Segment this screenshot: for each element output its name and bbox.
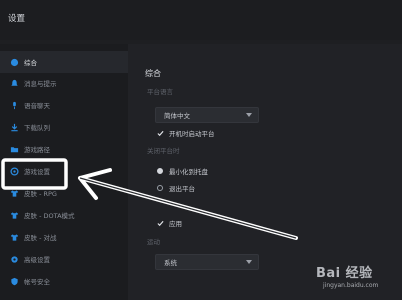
folder-icon (9, 144, 19, 154)
radio-selected-icon (157, 168, 163, 174)
sidebar-item-label: 游戏设置 (24, 168, 50, 176)
watermark-logo: Bai 经验 (316, 266, 373, 281)
sidebar-item-skin-rpg[interactable]: 皮肤 - RPG (0, 182, 128, 204)
bell-icon (9, 78, 19, 88)
chevron-down-icon (246, 113, 252, 117)
sidebar-item-label: 下载队列 (24, 124, 50, 132)
sidebar-item-skin-dota[interactable]: 皮肤 - DOTA模式 (0, 204, 128, 226)
autostart-checkbox[interactable]: 开机时启动平台 (157, 128, 215, 138)
mic-icon (9, 100, 19, 110)
sidebar-item-label: 皮肤 - 对战 (24, 234, 57, 242)
sidebar-item-label: 高级设置 (24, 256, 50, 264)
apply-checkbox[interactable]: 应用 (157, 218, 182, 228)
sidebar-item-download-queue[interactable]: 下载队列 (0, 116, 128, 138)
language-select[interactable]: 简体中文 (155, 107, 259, 123)
sidebar: 综合 消息与提示 语音聊天 下载队列 游戏路径 游戏设置 皮肤 - RPG 皮肤… (0, 44, 128, 300)
sidebar-item-label: 游戏路径 (24, 146, 50, 154)
platform-language-label: 平台语言 (147, 88, 173, 96)
autostart-label: 开机时启动平台 (169, 130, 215, 138)
sidebar-item-label: 帐号安全 (24, 278, 50, 286)
settings-icon (9, 57, 19, 67)
sidebar-item-label: 消息与提示 (24, 80, 57, 88)
sidebar-item-account-security[interactable]: 帐号安全 (0, 270, 128, 292)
minimize-radio[interactable]: 最小化到托盘 (157, 166, 208, 176)
sidebar-item-voice-chat[interactable]: 语音聊天 (0, 94, 128, 116)
sidebar-item-notifications[interactable]: 消息与提示 (0, 72, 128, 94)
sidebar-item-skin-battle[interactable]: 皮肤 - 对战 (0, 226, 128, 248)
section-title: 综合 (145, 69, 161, 78)
shirt-icon (9, 188, 19, 198)
gear-icon (9, 254, 19, 264)
radio-empty-icon (157, 185, 163, 191)
check-icon (157, 220, 164, 227)
language-select-value: 简体中文 (164, 112, 190, 120)
shield-icon (9, 276, 19, 286)
animation-select-value: 系统 (164, 259, 177, 267)
animation-label: 运动 (147, 238, 160, 246)
download-icon (9, 122, 19, 132)
sidebar-item-game-path[interactable]: 游戏路径 (0, 138, 128, 160)
check-icon (157, 130, 164, 137)
title-bar: 设置 (0, 0, 402, 40)
chevron-down-icon (246, 260, 252, 264)
sidebar-item-label: 综合 (24, 59, 37, 67)
close-behavior-label: 关闭平台时 (147, 147, 180, 155)
sidebar-item-label: 语音聊天 (24, 102, 50, 110)
sidebar-item-label: 皮肤 - DOTA模式 (24, 212, 75, 220)
exit-label: 退出平台 (169, 185, 195, 193)
exit-radio[interactable]: 退出平台 (157, 183, 195, 193)
sidebar-item-game-settings[interactable]: 游戏设置 (0, 160, 128, 182)
sidebar-item-advanced[interactable]: 高级设置 (0, 248, 128, 270)
shirt-icon (9, 210, 19, 220)
minimize-label: 最小化到托盘 (169, 168, 208, 176)
shirt-icon (9, 232, 19, 242)
sidebar-item-label: 皮肤 - RPG (24, 190, 57, 198)
watermark-url: jingyan.baidu.com (323, 282, 379, 289)
window-title: 设置 (8, 14, 26, 24)
animation-select[interactable]: 系统 (155, 254, 259, 270)
gamepad-icon (9, 166, 19, 176)
sidebar-item-general[interactable]: 综合 (0, 51, 128, 73)
apply-label: 应用 (169, 220, 182, 228)
